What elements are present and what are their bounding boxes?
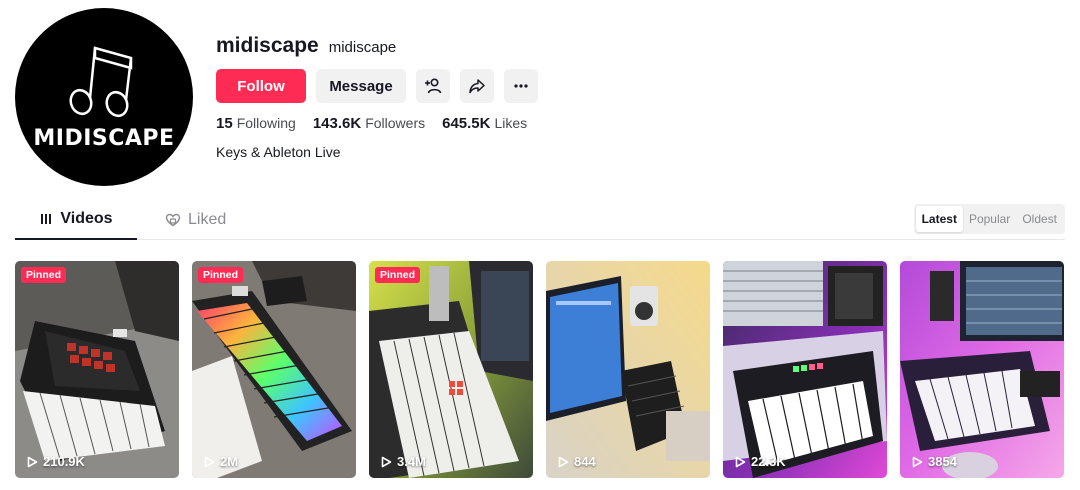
share-button[interactable] bbox=[460, 69, 494, 103]
view-count-value: 2M bbox=[220, 454, 239, 469]
video-card[interactable]: Pinned 3.4M bbox=[369, 261, 533, 478]
sort-oldest[interactable]: Oldest bbox=[1016, 206, 1063, 232]
view-count: 844 bbox=[558, 454, 596, 469]
video-thumbnail bbox=[192, 261, 356, 478]
play-icon bbox=[735, 456, 746, 467]
view-count: 3.4M bbox=[381, 454, 426, 469]
avatar-brand-text: MIDISCAPE bbox=[33, 126, 175, 151]
more-button[interactable] bbox=[504, 69, 538, 103]
tab-videos[interactable]: Videos bbox=[15, 200, 137, 240]
play-icon bbox=[27, 456, 38, 467]
video-card[interactable]: 3854 bbox=[900, 261, 1064, 478]
play-icon bbox=[381, 456, 392, 467]
message-button[interactable]: Message bbox=[316, 69, 406, 103]
tab-liked-label: Liked bbox=[188, 211, 227, 228]
video-card[interactable]: 844 bbox=[546, 261, 710, 478]
tab-videos-label: Videos bbox=[60, 210, 113, 227]
view-count: 210.9K bbox=[27, 454, 85, 469]
pinned-badge: Pinned bbox=[198, 267, 244, 283]
add-friend-button[interactable] bbox=[416, 69, 450, 103]
video-thumbnail bbox=[723, 261, 887, 478]
view-count-value: 22.3K bbox=[751, 454, 786, 469]
followers-stat[interactable]: 143.6K Followers bbox=[313, 115, 425, 132]
view-count-value: 3854 bbox=[928, 454, 957, 469]
video-grid: Pinned 210.9K Pinned 2M Pinned 3.4M 844 … bbox=[15, 261, 1064, 478]
followers-label: Followers bbox=[365, 115, 426, 131]
more-icon bbox=[514, 84, 528, 88]
view-count-value: 844 bbox=[574, 454, 596, 469]
video-thumbnail bbox=[369, 261, 533, 478]
pinned-badge: Pinned bbox=[375, 267, 421, 283]
following-label: Following bbox=[236, 115, 296, 131]
play-icon bbox=[204, 456, 215, 467]
tab-liked[interactable]: Liked bbox=[165, 200, 226, 240]
username: midiscape bbox=[328, 39, 397, 56]
video-card[interactable]: Pinned 210.9K bbox=[15, 261, 179, 478]
add-friend-icon bbox=[425, 78, 442, 94]
profile-actions: Follow Message bbox=[216, 69, 538, 103]
likes-stat: 645.5K Likes bbox=[442, 115, 527, 132]
profile-stats: 15 Following 143.6K Followers 645.5K Likes bbox=[216, 115, 527, 132]
view-count: 22.3K bbox=[735, 454, 786, 469]
likes-label: Likes bbox=[494, 115, 528, 131]
video-thumbnail bbox=[900, 261, 1064, 478]
followers-count: 143.6K bbox=[312, 115, 362, 132]
follow-button[interactable]: Follow bbox=[216, 69, 306, 103]
view-count-value: 210.9K bbox=[43, 454, 85, 469]
following-stat[interactable]: 15 Following bbox=[216, 115, 296, 132]
play-icon bbox=[912, 456, 923, 467]
view-count: 3854 bbox=[912, 454, 957, 469]
view-count: 2M bbox=[204, 454, 238, 469]
video-thumbnail bbox=[15, 261, 179, 478]
display-name: midiscape bbox=[216, 34, 319, 57]
view-count-value: 3.4M bbox=[397, 454, 426, 469]
video-thumbnail bbox=[546, 261, 710, 478]
sort-popular[interactable]: Popular bbox=[963, 206, 1016, 232]
share-icon bbox=[469, 79, 485, 94]
videos-grid-icon bbox=[41, 214, 52, 224]
profile-name-row: midiscape midiscape bbox=[216, 34, 396, 58]
profile-bio: Keys & Ableton Live bbox=[216, 144, 341, 160]
likes-count: 645.5K bbox=[442, 115, 491, 132]
video-card[interactable]: Pinned 2M bbox=[192, 261, 356, 478]
music-note-icon bbox=[69, 46, 133, 118]
following-count: 15 bbox=[216, 115, 233, 132]
sort-latest[interactable]: Latest bbox=[915, 206, 963, 232]
play-icon bbox=[558, 456, 569, 467]
profile-avatar[interactable]: MIDISCAPE bbox=[15, 8, 193, 186]
sort-toggle: Latest Popular Oldest bbox=[913, 204, 1065, 234]
liked-heart-icon bbox=[165, 213, 181, 227]
video-card[interactable]: 22.3K bbox=[723, 261, 887, 478]
pinned-badge: Pinned bbox=[21, 267, 67, 283]
profile-tabs: Videos Liked bbox=[15, 200, 1065, 240]
